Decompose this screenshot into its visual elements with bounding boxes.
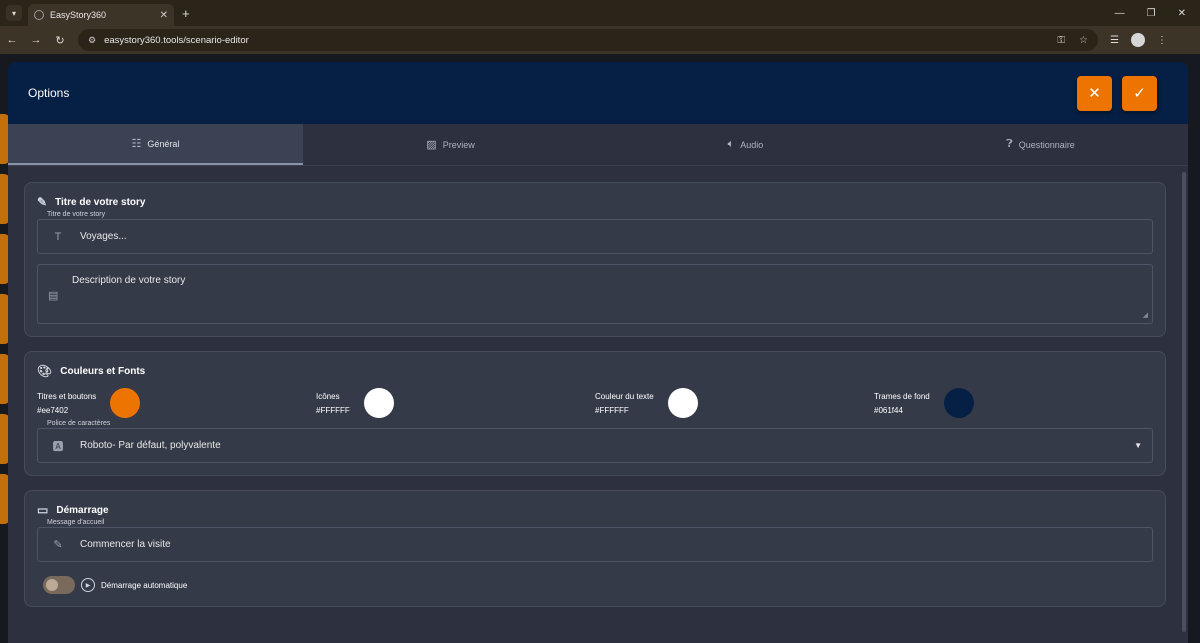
color-background: Trames de fond #061f44 xyxy=(874,388,1153,418)
new-tab-button[interactable]: + xyxy=(182,6,190,21)
url-text: easystory360.tools/scenario-editor xyxy=(104,34,249,46)
options-tabs: ☷ Général ▨ Preview 🔈︎ Audio ❓︎ Question… xyxy=(8,124,1188,166)
window-close-icon[interactable]: ✕ xyxy=(1178,8,1186,19)
check-icon: ✓ xyxy=(1133,85,1146,102)
welcome-message-value: Commencer la visite xyxy=(80,539,171,550)
color-swatch[interactable] xyxy=(363,388,394,418)
resize-handle-icon[interactable]: ◢ xyxy=(1143,311,1148,319)
autostart-label: Démarrage automatique xyxy=(101,580,188,590)
color-swatch[interactable] xyxy=(110,388,141,418)
close-button[interactable]: ✕ xyxy=(1077,75,1112,111)
color-icons: Icônes #FFFFFF xyxy=(316,388,595,418)
color-swatch[interactable] xyxy=(943,388,974,418)
story-title-field[interactable]: Titre de votre story T Voyages... xyxy=(37,211,1153,254)
profile-avatar[interactable] xyxy=(1130,33,1145,47)
maximize-icon[interactable]: ❐ xyxy=(1147,8,1156,19)
toggle-knob xyxy=(46,579,58,591)
back-icon[interactable]: ← xyxy=(0,34,24,46)
browser-toolbar: ← → ↻ ⚙ easystory360.tools/scenario-edit… xyxy=(0,26,1200,54)
close-icon: ✕ xyxy=(1088,85,1101,102)
section-title: Démarrage xyxy=(56,504,109,516)
story-title-value: Voyages... xyxy=(80,231,127,242)
browser-menu-icon[interactable]: ⋮ xyxy=(1157,35,1167,46)
password-key-icon[interactable]: ⚿ xyxy=(1057,35,1065,46)
address-bar[interactable]: ⚙ easystory360.tools/scenario-editor ⚿ ☆ xyxy=(78,29,1098,51)
edit-note-icon: ✎ xyxy=(37,195,48,209)
chat-icon: ▭ xyxy=(37,503,49,517)
color-name: Icônes xyxy=(316,391,340,401)
section-title: Titre de votre story xyxy=(55,196,146,208)
tab-audio[interactable]: 🔈︎ Audio xyxy=(598,124,893,165)
tab-label: Audio xyxy=(740,139,764,150)
font-select[interactable]: Police de caractères 🅰︎ Roboto- Par défa… xyxy=(37,420,1153,463)
image-icon: ▨ xyxy=(426,139,437,151)
forward-icon[interactable]: → xyxy=(24,34,48,46)
browser-tab[interactable]: EasyStory360 ✕ xyxy=(28,4,174,26)
palette-icon: 🎨︎ xyxy=(37,364,53,378)
autostart-toggle[interactable] xyxy=(43,576,75,594)
color-titles-buttons: Titres et boutons #ee7402 xyxy=(37,388,316,418)
modal-title: Options xyxy=(28,86,70,100)
font-value: Roboto- Par défaut, polyvalente xyxy=(80,440,221,451)
field-label: Titre de votre story xyxy=(44,211,109,218)
color-swatch[interactable] xyxy=(667,388,698,418)
autostart-row: ▶ Démarrage automatique xyxy=(43,576,1153,594)
color-name: Couleur du texte xyxy=(595,391,654,401)
scrollbar[interactable] xyxy=(1182,172,1186,632)
color-name: Trames de fond xyxy=(874,391,930,401)
tab-preview[interactable]: ▨ Preview xyxy=(303,124,598,165)
text-format-icon: T xyxy=(54,230,62,243)
tune-icon: ☷ xyxy=(131,138,142,150)
modal-content: ✎ Titre de votre story Titre de votre st… xyxy=(8,166,1180,643)
dropdown-arrow-icon: ▼ xyxy=(1134,441,1142,450)
color-hex: #061f44 xyxy=(874,405,903,415)
tab-questionnaire[interactable]: ❓︎ Questionnaire xyxy=(893,124,1188,165)
quiz-icon: ❓︎ xyxy=(1006,138,1013,150)
story-description-field[interactable]: ▤ Description de votre story ◢ xyxy=(37,264,1153,324)
color-name: Titres et boutons xyxy=(37,391,97,401)
tab-search-button[interactable]: ▾ xyxy=(6,5,22,21)
reload-icon[interactable]: ↻ xyxy=(48,34,72,47)
color-hex: #FFFFFF xyxy=(316,405,350,415)
tab-label: Questionnaire xyxy=(1018,139,1075,150)
field-label: Message d'accueil xyxy=(44,519,108,526)
options-modal: Options ✕ ✓ ☷ Général ▨ Preview 🔈︎ Audio… xyxy=(8,62,1188,643)
field-label: Police de caractères xyxy=(44,420,114,427)
story-title-card: ✎ Titre de votre story Titre de votre st… xyxy=(24,182,1166,337)
favicon-icon xyxy=(34,10,44,20)
reading-list-icon[interactable]: ☰ xyxy=(1110,35,1119,46)
minimize-icon[interactable]: — xyxy=(1115,8,1125,19)
colors-fonts-card: 🎨︎ Couleurs et Fonts Titres et boutons #… xyxy=(24,351,1166,476)
welcome-message-field[interactable]: Message d'accueil ✎ Commencer la visite xyxy=(37,519,1153,562)
tab-label: Preview xyxy=(442,139,475,150)
browser-tab-bar: ▾ EasyStory360 ✕ + — ❐ ✕ xyxy=(0,0,1200,26)
pencil-icon: ✎ xyxy=(53,539,63,551)
confirm-button[interactable]: ✓ xyxy=(1122,75,1157,111)
play-icon: ▶ xyxy=(81,578,95,592)
color-hex: #FFFFFF xyxy=(595,405,629,415)
startup-card: ▭ Démarrage Message d'accueil ✎ Commence… xyxy=(24,490,1166,607)
tab-close-icon[interactable]: ✕ xyxy=(160,10,168,21)
tab-label: Général xyxy=(147,138,180,149)
description-placeholder: Description de votre story xyxy=(72,275,186,286)
volume-icon: 🔈︎ xyxy=(727,138,735,150)
tab-general[interactable]: ☷ Général xyxy=(8,124,303,165)
section-title: Couleurs et Fonts xyxy=(60,365,146,377)
color-text: Couleur du texte #FFFFFF xyxy=(595,388,874,418)
color-hex: #ee7402 xyxy=(37,405,69,415)
font-icon: 🅰︎ xyxy=(52,440,64,453)
bookmark-star-icon[interactable]: ☆ xyxy=(1079,35,1088,46)
description-icon: ▤ xyxy=(48,290,59,302)
site-info-icon[interactable]: ⚙ xyxy=(88,35,96,46)
modal-header: Options ✕ ✓ xyxy=(8,62,1188,124)
browser-tab-title: EasyStory360 xyxy=(50,10,107,20)
color-pickers: Titres et boutons #ee7402 Icônes #FFFFFF… xyxy=(37,388,1153,418)
